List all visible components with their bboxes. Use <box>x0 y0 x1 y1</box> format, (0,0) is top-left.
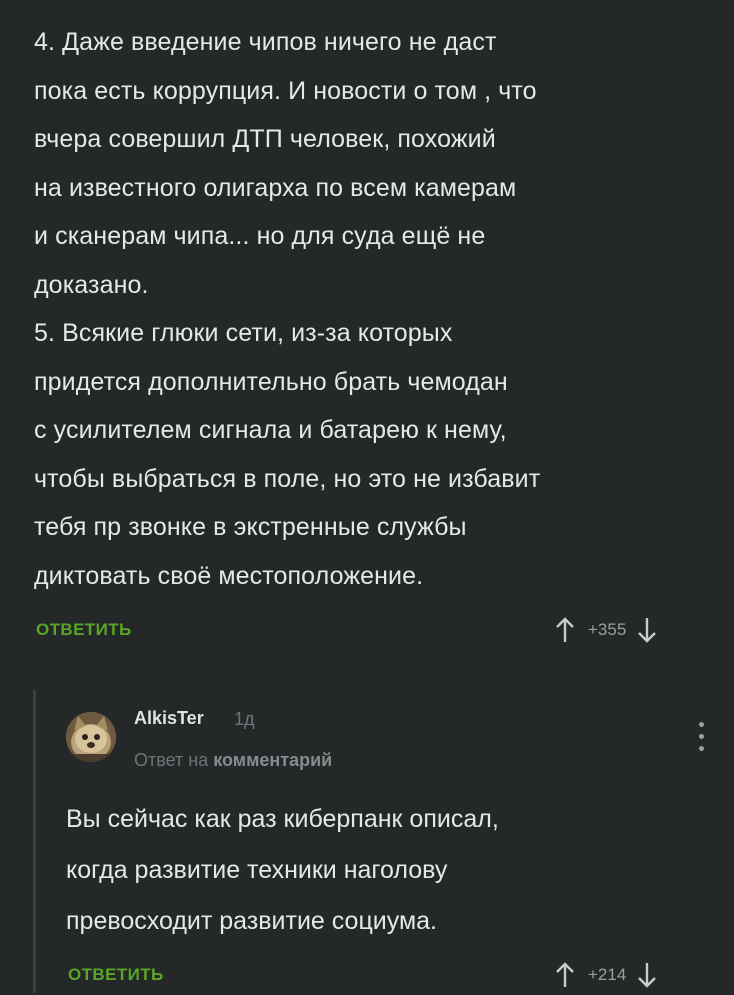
text-line: придется дополнительно брать чемодан <box>34 367 508 396</box>
text-line: вчера совершил ДТП человек, похожий <box>34 125 496 153</box>
text-line: на известного олигарха по всем камерам <box>34 173 517 202</box>
text-line: 4. Даже введение чипов ничего не даст <box>34 28 497 56</box>
reply-to-prefix: Ответ на <box>134 750 209 770</box>
arrow-down-icon[interactable] <box>636 960 658 990</box>
text-line: с усилителем сигнала и батарею к нему, <box>34 416 507 444</box>
reply-to-link[interactable]: комментарий <box>213 750 332 770</box>
arrow-up-icon[interactable] <box>554 615 576 645</box>
parent-comment-text: 4. Даже введение чипов ничего не даст по… <box>34 18 714 600</box>
text-line: превосходит развитие социума. <box>66 907 437 935</box>
text-line: 5. Всякие глюки сети, из-за которых <box>34 319 453 347</box>
score: +355 <box>588 620 627 639</box>
arrow-up-icon[interactable] <box>554 960 576 990</box>
text-line: Вы сейчас как раз киберпанк описал, <box>66 805 499 833</box>
reply-to: Ответ на комментарий <box>134 750 332 771</box>
reply-comment-actions: ОТВЕТИТЬ +214 <box>68 960 734 990</box>
parent-comment-actions: ОТВЕТИТЬ +355 <box>36 615 734 645</box>
text-line: когда развитие техники наголову <box>66 856 448 884</box>
text-line: тебя пр звонке в экстренные службы <box>34 513 467 541</box>
text-line: диктовать своё местоположение. <box>34 561 424 590</box>
thread-line <box>33 690 36 993</box>
text-line: и сканерам чипа... но для суда ещё не <box>34 222 486 250</box>
text-line: пока есть коррупция. И новости о том , ч… <box>34 76 537 105</box>
avatar[interactable] <box>66 712 116 762</box>
reply-comment-text: Вы сейчас как раз киберпанк описал, когд… <box>66 794 499 947</box>
more-vertical-icon[interactable] <box>696 722 706 756</box>
arrow-down-icon[interactable] <box>636 615 658 645</box>
timestamp: 1д <box>234 709 255 729</box>
text-line: чтобы выбраться в поле, но это не избави… <box>34 464 541 493</box>
reply-button[interactable]: ОТВЕТИТЬ <box>68 960 164 990</box>
parent-comment: 4. Даже введение чипов ничего не даст по… <box>34 18 714 600</box>
vote-controls: +214 <box>554 960 658 990</box>
reply-button[interactable]: ОТВЕТИТЬ <box>36 615 132 645</box>
author-name[interactable]: AlkisTer <box>134 708 204 729</box>
text-line: доказано. <box>34 270 149 299</box>
vote-controls: +355 <box>554 615 658 645</box>
score: +214 <box>588 965 627 984</box>
